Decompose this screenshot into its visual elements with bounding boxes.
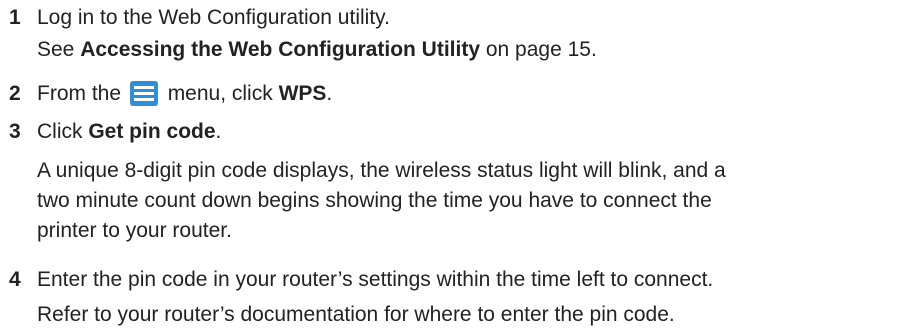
step-3: 3 Click Get pin code. A unique 8-digit p… [0, 117, 898, 257]
step-text: Enter the pin code in your router’s sett… [37, 268, 714, 291]
step-number: 3 [9, 120, 21, 143]
step-text-before: From the [37, 82, 127, 105]
step-text: Log in to the Web Configuration utility. [37, 6, 390, 29]
step-4: 4 Enter the pin code in your router’s se… [0, 265, 898, 331]
step-text-end: . [215, 120, 222, 143]
step-reference: See Accessing the Web Configuration Util… [37, 35, 597, 65]
step-text-prefix: Click [37, 120, 89, 143]
step-text: Click Get pin code. [37, 117, 221, 147]
step-description-line: printer to your router. [37, 219, 232, 242]
wps-menu-item: WPS [278, 82, 327, 105]
step-number: 4 [9, 268, 21, 291]
instructions-document: 1 Log in to the Web Configuration utilit… [0, 0, 898, 333]
step-1: 1 Log in to the Web Configuration utilit… [0, 3, 898, 67]
get-pin-code-label: Get pin code [88, 120, 216, 143]
step-text-end: . [326, 82, 333, 105]
step-number: 2 [9, 82, 21, 105]
reference-suffix: on page 15. [480, 38, 597, 61]
step-text-after: menu, click [161, 82, 279, 105]
step-note: Refer to your router’s documentation for… [37, 303, 675, 326]
step-description-line: A unique 8-digit pin code displays, the … [37, 159, 726, 182]
step-text: From the menu, click WPS. [37, 79, 332, 109]
hamburger-menu-icon [129, 81, 158, 106]
step-number: 1 [9, 6, 21, 29]
step-2: 2 From the menu, click WPS. [0, 79, 898, 111]
reference-prefix: See [37, 38, 81, 61]
reference-link[interactable]: Accessing the Web Configuration Utility [80, 38, 480, 61]
step-description-line: two minute count down begins showing the… [37, 189, 712, 212]
